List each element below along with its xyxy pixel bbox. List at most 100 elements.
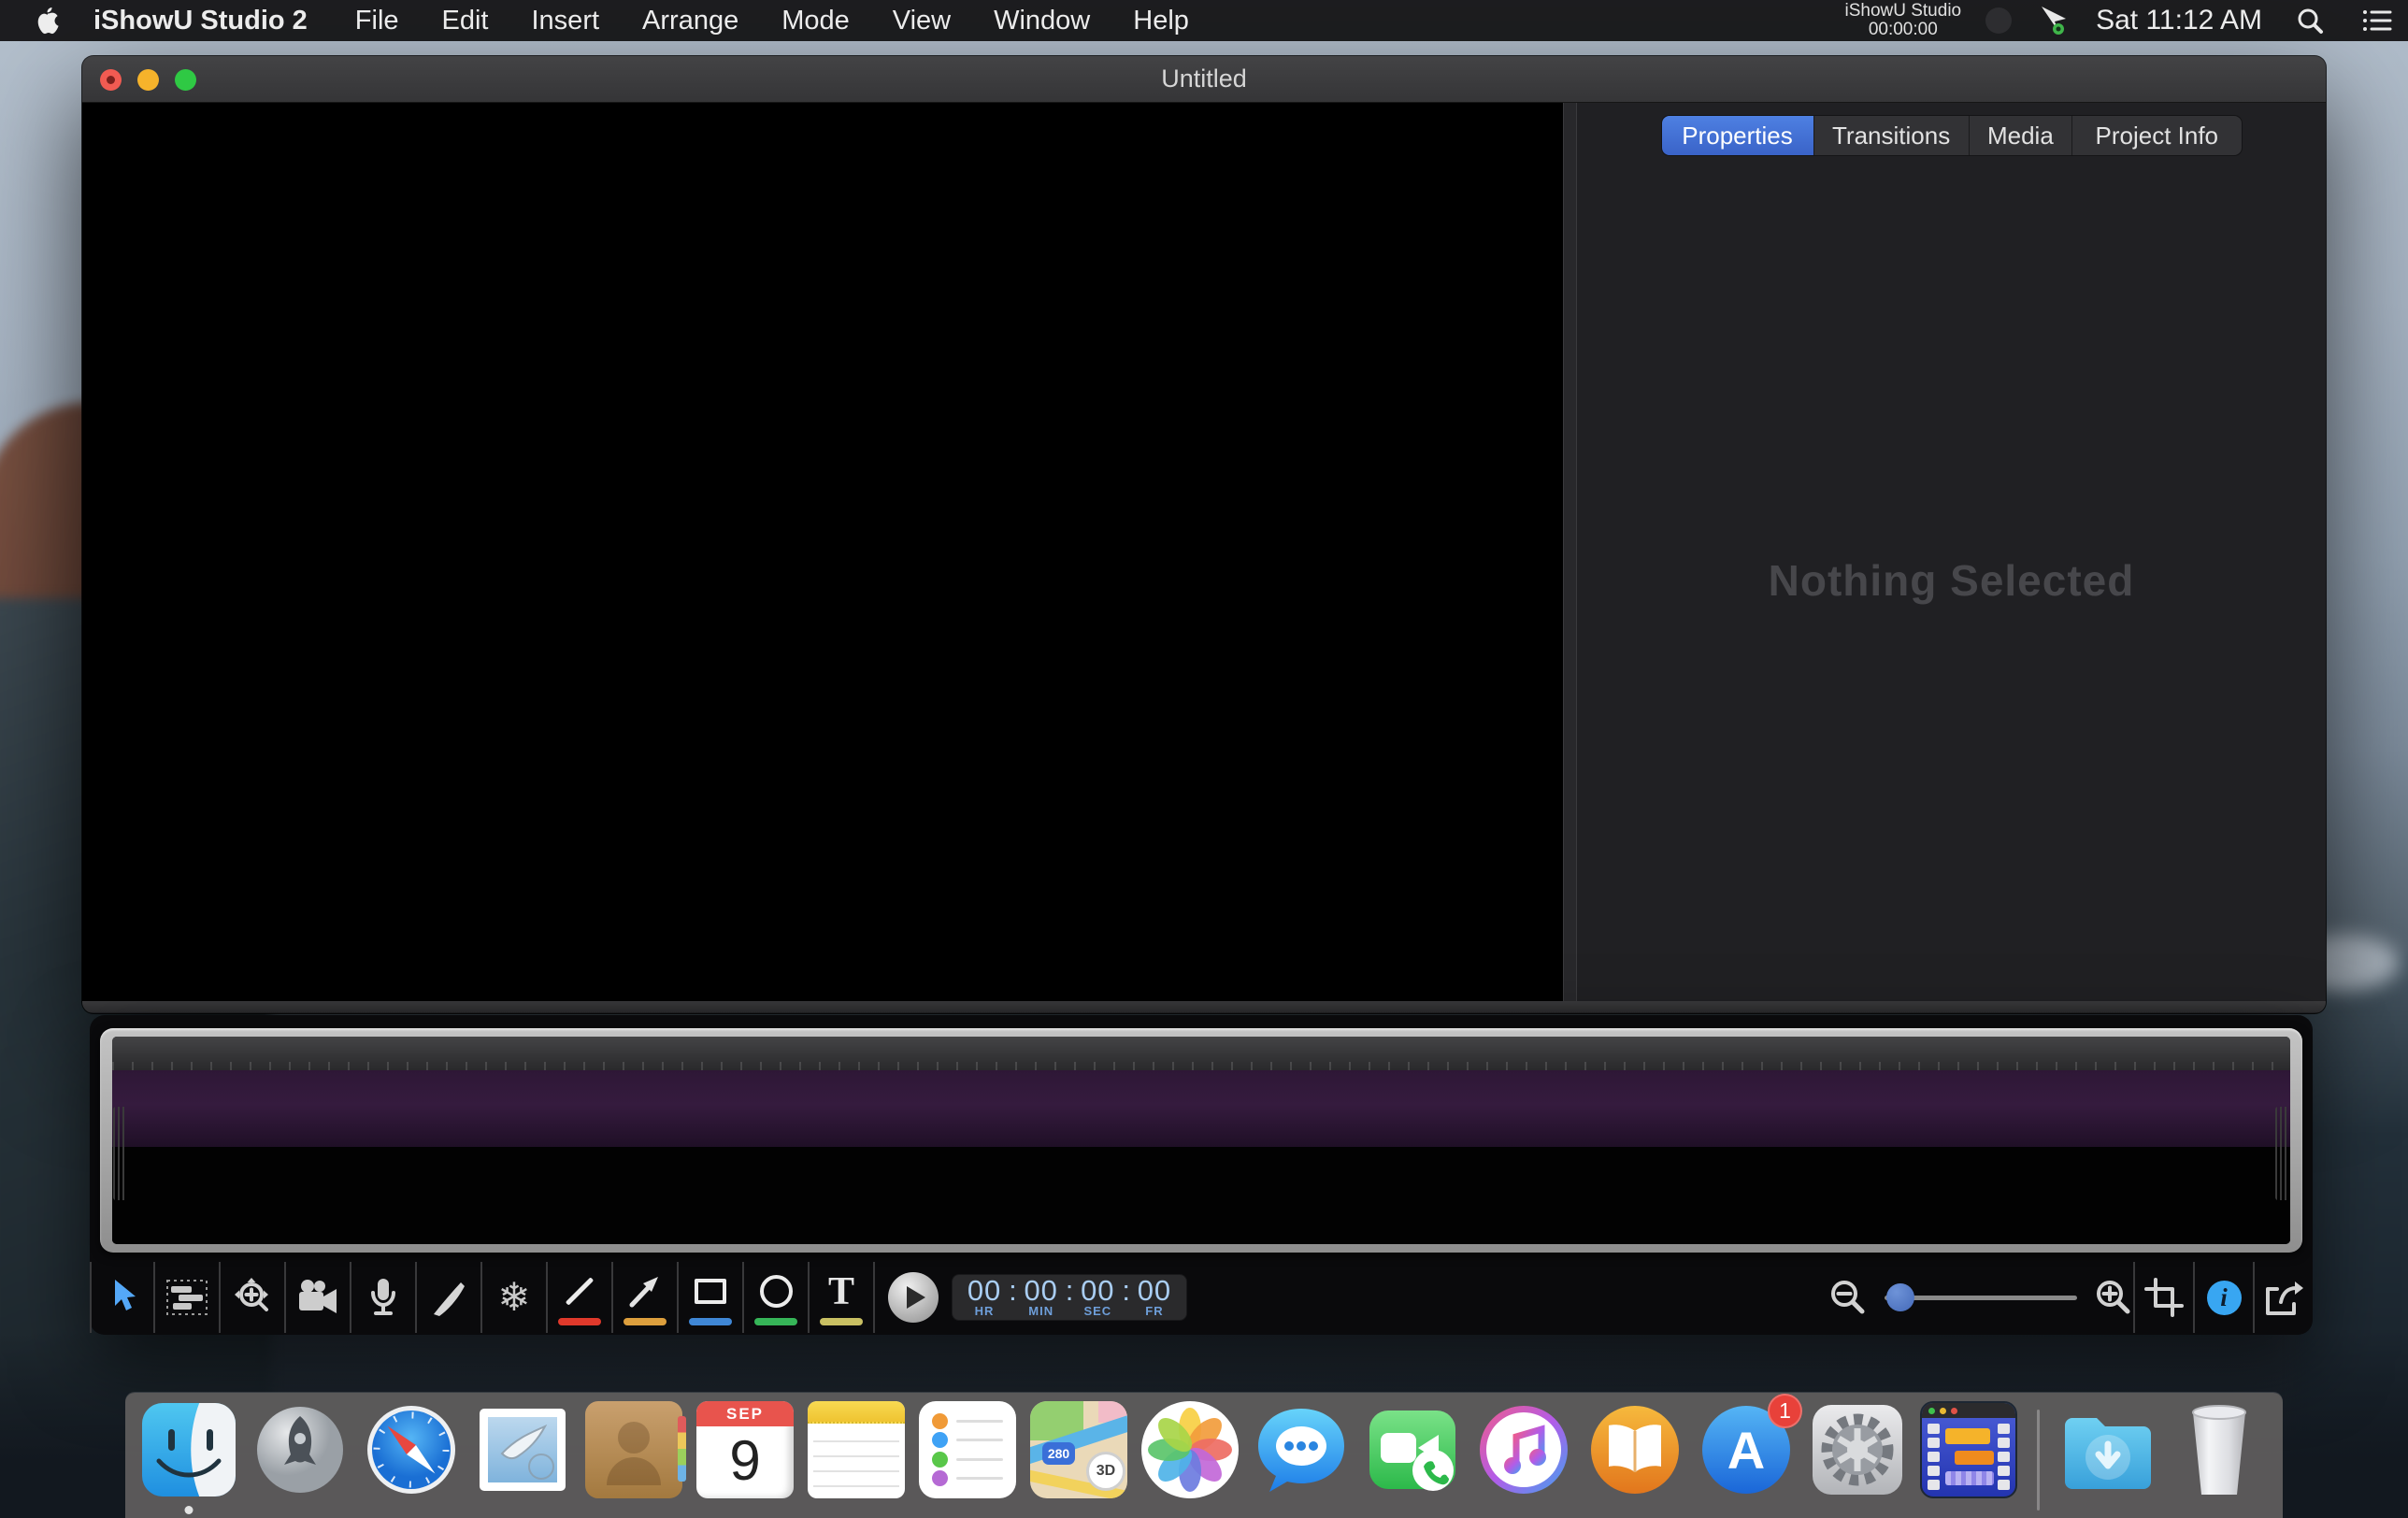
tool-ellipse[interactable]: [744, 1262, 810, 1333]
window-title-bar[interactable]: Untitled: [82, 56, 2326, 103]
tool-tracks[interactable]: [155, 1262, 221, 1333]
timeline-track-purple[interactable]: [112, 1070, 2290, 1147]
contacts-silhouette-body: [607, 1457, 661, 1485]
dimmed-status-icon[interactable]: [1985, 7, 2012, 34]
camera-icon: [296, 1276, 339, 1319]
timecode-display[interactable]: 00HR : 00MIN : 00SEC : 00FR: [952, 1274, 1187, 1321]
zoom-button[interactable]: [175, 69, 196, 91]
timecode-min-label: MIN: [1028, 1304, 1054, 1318]
timeline-tracks-area[interactable]: [112, 1037, 2290, 1244]
menu-window[interactable]: Window: [972, 6, 1111, 36]
select-cursor-icon: [104, 1276, 141, 1319]
tool-microphone[interactable]: [351, 1262, 417, 1333]
contacts-tabs: [678, 1416, 686, 1482]
dock-calendar[interactable]: SEP 9: [696, 1401, 794, 1498]
menu-bar: iShowU Studio 2 File Edit Insert Arrange…: [0, 0, 2408, 41]
crop-button[interactable]: [2133, 1262, 2193, 1333]
timeline-left-trim-handle[interactable]: [113, 1107, 127, 1200]
video-canvas[interactable]: [82, 103, 1563, 1001]
timeline-frame: [100, 1028, 2302, 1253]
notification-center-icon[interactable]: [2361, 7, 2393, 35]
zoom-in-button[interactable]: [2094, 1262, 2133, 1333]
dock-downloads-folder[interactable]: [2059, 1401, 2157, 1498]
panel-divider[interactable]: [1563, 103, 1577, 1001]
arrow-tool-icon: [626, 1270, 664, 1313]
tool-line[interactable]: [548, 1262, 613, 1333]
ishowu-cursor-icon[interactable]: [2036, 5, 2070, 36]
dock-trash[interactable]: [2171, 1401, 2268, 1498]
timecode-frames: 00: [1138, 1277, 1171, 1304]
timeline-zoom-slider[interactable]: [1885, 1296, 2077, 1300]
play-button[interactable]: [888, 1272, 939, 1323]
dock-ishowu-studio[interactable]: [1920, 1401, 2017, 1498]
menu-edit[interactable]: Edit: [421, 6, 510, 36]
maps-highway-shield: 280: [1042, 1442, 1075, 1465]
dock-ibooks[interactable]: [1586, 1401, 1684, 1498]
dock-launchpad[interactable]: [251, 1401, 349, 1498]
rectangle-tool-icon: [695, 1270, 726, 1313]
timeline-right-tools: i: [1828, 1262, 2313, 1333]
text-tool-icon: T: [828, 1270, 854, 1313]
knife-icon: [428, 1276, 469, 1319]
status-app-label: iShowU Studio: [1844, 1, 1961, 21]
active-app-name[interactable]: iShowU Studio 2: [93, 6, 308, 36]
menu-help[interactable]: Help: [1111, 6, 1211, 36]
dock-app-store[interactable]: A 1: [1698, 1401, 1795, 1498]
dock-contacts[interactable]: [585, 1401, 682, 1498]
tool-knife[interactable]: [417, 1262, 482, 1333]
timecode-fr-label: FR: [1145, 1304, 1163, 1318]
timecode-colon: :: [1009, 1274, 1017, 1308]
dock-safari[interactable]: [363, 1401, 460, 1498]
tool-text[interactable]: T: [810, 1262, 875, 1333]
dock-photos[interactable]: [1141, 1401, 1239, 1498]
share-button[interactable]: [2253, 1262, 2313, 1333]
spotlight-search-icon[interactable]: [2296, 7, 2324, 35]
menu-arrange[interactable]: Arrange: [621, 6, 760, 36]
tab-transitions[interactable]: Transitions: [1814, 116, 1970, 155]
dock-mail[interactable]: [474, 1401, 571, 1498]
zoom-slider-knob[interactable]: [1886, 1283, 1914, 1311]
dock-messages[interactable]: [1253, 1401, 1350, 1498]
tool-zoom-selection[interactable]: [221, 1262, 286, 1333]
info-button[interactable]: i: [2193, 1262, 2253, 1333]
timecode-hours: 00: [968, 1277, 1001, 1304]
menu-mode[interactable]: Mode: [760, 6, 871, 36]
menu-bar-clock[interactable]: Sat 11:12 AM: [2096, 5, 2262, 36]
zoom-out-button[interactable]: [1828, 1262, 1868, 1333]
tracks-icon: [165, 1276, 208, 1319]
timeline-ruler[interactable]: [112, 1037, 2290, 1070]
dock-notes[interactable]: [808, 1401, 905, 1498]
timeline-track-empty[interactable]: [112, 1147, 2290, 1244]
timecode-colon: :: [1066, 1274, 1074, 1308]
close-button[interactable]: [100, 69, 122, 91]
apple-menu-icon[interactable]: [36, 7, 60, 35]
tab-properties[interactable]: Properties: [1662, 116, 1814, 155]
tool-arrow[interactable]: [613, 1262, 679, 1333]
menu-bar-status-area: iShowU Studio 00:00:00 Sat 11:12 AM: [1844, 0, 2393, 41]
timeline-right-trim-handle[interactable]: [2275, 1107, 2289, 1200]
dock-system-preferences[interactable]: [1809, 1401, 1906, 1498]
notes-ruled-lines: [813, 1427, 899, 1495]
tab-project-info[interactable]: Project Info: [2072, 116, 2241, 155]
ellipse-tool-icon: [760, 1270, 793, 1313]
menu-insert[interactable]: Insert: [510, 6, 622, 36]
ishowu-status-item[interactable]: iShowU Studio 00:00:00: [1844, 2, 1961, 39]
menu-view[interactable]: View: [871, 6, 972, 36]
tool-select-cursor[interactable]: [90, 1262, 155, 1333]
tab-media[interactable]: Media: [1970, 116, 2072, 155]
dock-maps[interactable]: 280 3D: [1030, 1401, 1127, 1498]
zoom-selection-icon: [233, 1276, 272, 1319]
dock-facetime[interactable]: [1364, 1401, 1461, 1498]
tool-rectangle[interactable]: [679, 1262, 744, 1333]
transport-area: [888, 1262, 939, 1333]
dock-reminders[interactable]: [919, 1401, 1016, 1498]
dock-itunes[interactable]: [1475, 1401, 1572, 1498]
tool-snowflake[interactable]: ❄: [482, 1262, 548, 1333]
menu-file[interactable]: File: [334, 6, 421, 36]
tool-camera[interactable]: [286, 1262, 351, 1333]
dock-finder[interactable]: [140, 1401, 237, 1498]
minimize-button[interactable]: [137, 69, 159, 91]
app-store-badge: 1: [1768, 1394, 1802, 1428]
text-color-swatch: [820, 1318, 863, 1325]
empty-state-message: Nothing Selected: [1577, 555, 2326, 606]
